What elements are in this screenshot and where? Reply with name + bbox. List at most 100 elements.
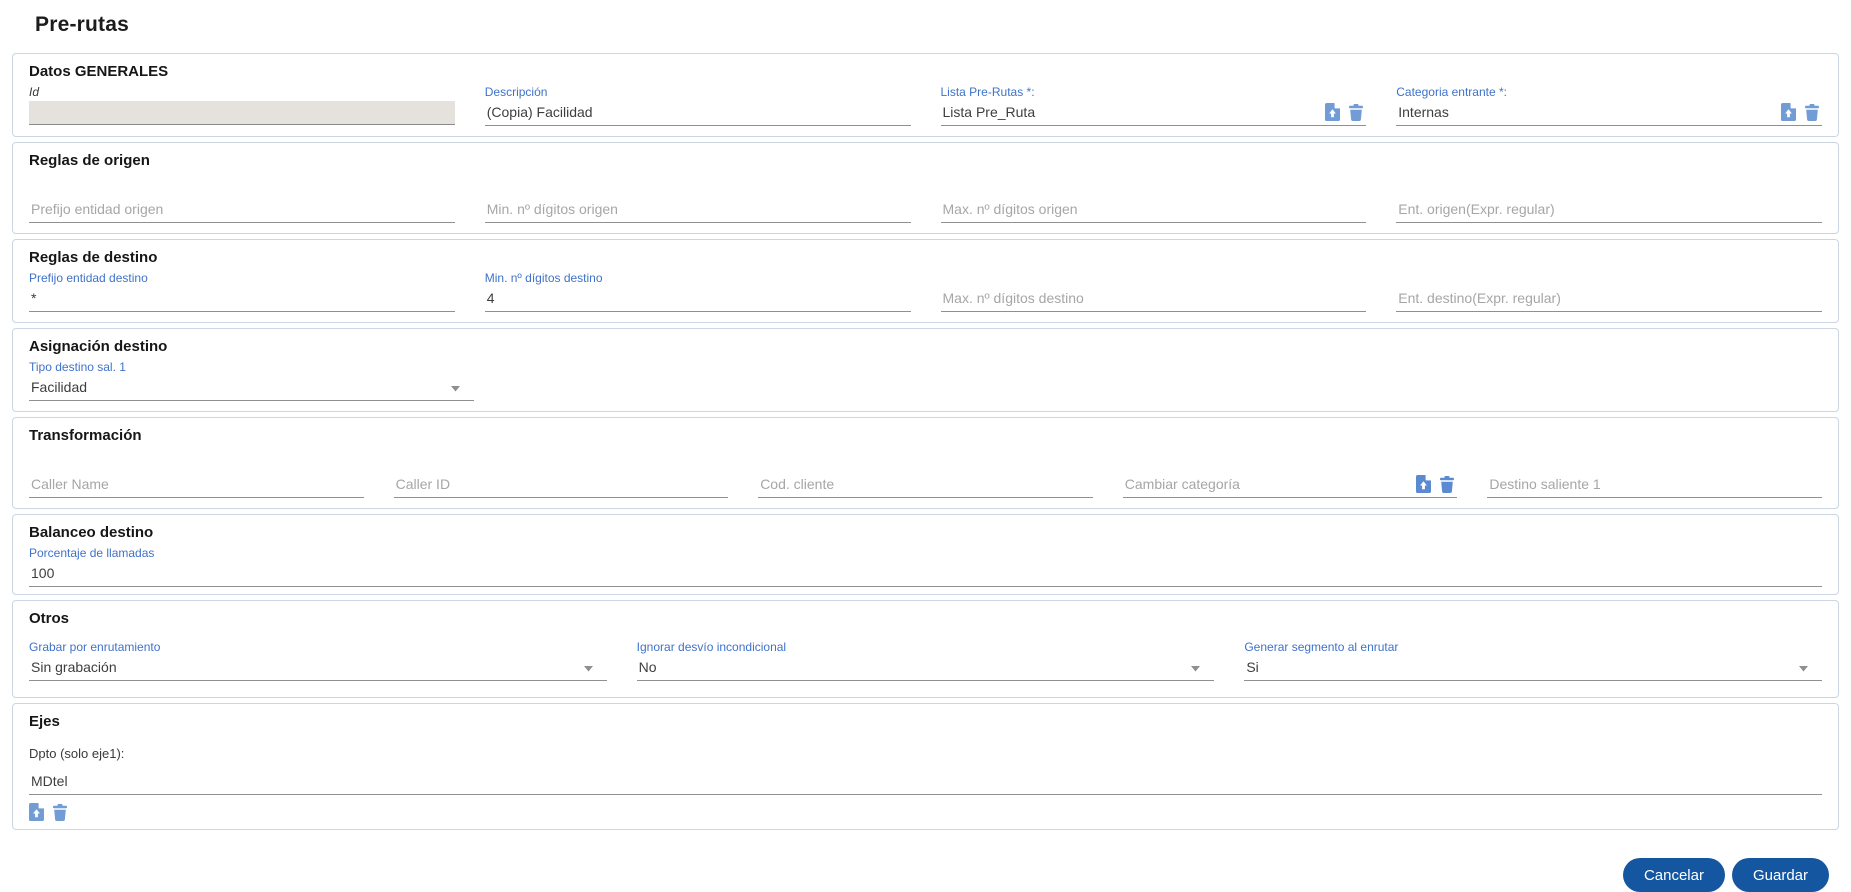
caret-down-icon [451,386,474,400]
cod-cliente-input[interactable] [758,476,1093,497]
ent-destino-field [1396,287,1822,312]
prefijo-origen-input[interactable] [29,201,455,222]
min-digitos-destino-field [484,287,911,312]
caret-down-icon [1191,666,1214,680]
descripcion-field-group: Descripción [484,84,911,126]
ent-origen-field [1396,195,1822,223]
min-digitos-destino-field-group: Min. nº dígitos destino [484,270,911,312]
export-document-icon[interactable] [29,803,44,821]
section-title: Transformación [29,427,142,444]
max-digitos-origen-input[interactable] [940,201,1367,222]
caller-name-field [29,470,364,498]
grabar-select[interactable]: Sin grabación [29,656,607,681]
caret-down-icon [1799,666,1822,680]
grabar-value: Sin grabación [31,659,117,675]
descripcion-field [484,101,911,126]
tipo-destino-field-group: Tipo destino sal. 1 Facilidad [29,359,474,401]
grabar-label: Grabar por enrutamiento [29,640,161,654]
max-digitos-destino-field [940,287,1367,312]
export-document-icon[interactable] [1781,103,1796,121]
cod-cliente-field [758,470,1093,498]
ent-destino-field-group [1396,270,1822,312]
ignorar-desvio-field-group: Ignorar desvío incondicional No [636,639,1215,681]
ignorar-desvio-label: Ignorar desvío incondicional [636,640,787,654]
prefijo-destino-field [29,287,455,312]
lista-pre-rutas-label: Lista Pre-Rutas *: [940,85,1035,99]
section-asignacion-destino: Asignación destino Tipo destino sal. 1 F… [12,328,1839,412]
section-ejes: Ejes Dpto (solo eje1): [12,703,1839,830]
section-reglas-destino: Reglas de destino Prefijo entidad destin… [12,239,1839,323]
caller-id-field [393,470,729,498]
id-field [29,101,455,125]
section-balanceo-destino: Balanceo destino Porcentaje de llamadas [12,514,1839,595]
section-title: Asignación destino [29,338,168,355]
descripcion-input[interactable] [484,104,911,125]
tipo-destino-select[interactable]: Facilidad [29,376,474,401]
caret-down-icon [583,666,607,680]
descripcion-label: Descripción [484,85,548,99]
section-title: Otros [29,610,70,627]
generar-segmento-select[interactable]: Si [1244,656,1823,681]
porcentaje-input[interactable] [29,565,1822,586]
categoria-entrante-input[interactable] [1396,104,1781,125]
ignorar-desvio-value: No [638,659,657,675]
porcentaje-field [29,562,1822,587]
id-input [29,103,455,124]
categoria-entrante-field [1396,101,1822,126]
section-title: Ejes [29,713,60,730]
prefijo-origen-field [29,195,455,223]
cambiar-categoria-field [1122,470,1458,498]
id-label: Id [29,85,40,99]
prefijo-destino-input[interactable] [29,290,455,311]
lista-pre-rutas-input[interactable] [940,104,1326,125]
categoria-entrante-icons [1781,103,1822,125]
max-digitos-destino-input[interactable] [940,290,1367,311]
cambiar-categoria-icons [1416,475,1457,497]
prefijo-destino-label: Prefijo entidad destino [29,271,148,285]
section-otros: Otros Grabar por enrutamiento Sin grabac… [12,600,1839,698]
generar-segmento-field-group: Generar segmento al enrutar Si [1244,639,1823,681]
ejes-icons [29,803,1822,821]
section-title: Reglas de origen [29,152,150,169]
tipo-destino-label: Tipo destino sal. 1 [29,360,126,374]
lista-pre-rutas-icons [1325,103,1366,125]
min-digitos-destino-input[interactable] [484,290,911,311]
generar-segmento-label: Generar segmento al enrutar [1244,640,1399,654]
min-digitos-origen-input[interactable] [484,201,911,222]
form-cards: Datos GENERALES Id Descripción Lista Pre… [12,53,1839,830]
id-field-group: Id [29,84,455,126]
section-title: Datos GENERALES [29,63,169,80]
dpto-label: Dpto (solo eje1): [29,746,125,761]
section-transformacion: Transformación [12,417,1839,509]
save-button[interactable]: Guardar [1731,858,1829,892]
export-document-icon[interactable] [1416,475,1432,493]
caller-id-input[interactable] [393,476,729,497]
destino-saliente-input[interactable] [1487,476,1822,497]
cambiar-categoria-input[interactable] [1122,476,1417,497]
ent-origen-input[interactable] [1396,201,1822,222]
ignorar-desvio-select[interactable]: No [636,656,1215,681]
caller-name-input[interactable] [29,476,364,497]
export-document-icon[interactable] [1325,103,1341,121]
porcentaje-field-group: Porcentaje de llamadas [29,545,1822,587]
section-title: Balanceo destino [29,524,154,541]
trash-icon[interactable] [1440,476,1455,493]
form-actions: Cancelar Guardar [0,858,1829,892]
page-title: Pre-rutas [35,13,130,36]
max-digitos-destino-field-group [940,270,1367,312]
ent-destino-input[interactable] [1396,290,1822,311]
categoria-entrante-label: Categoria entrante *: [1396,85,1507,99]
min-digitos-destino-label: Min. nº dígitos destino [484,271,603,285]
lista-pre-rutas-field-group: Lista Pre-Rutas *: [940,84,1367,126]
tipo-destino-value: Facilidad [31,379,88,395]
section-title: Reglas de destino [29,249,158,266]
dpto-input[interactable] [29,773,1822,794]
trash-icon[interactable] [53,804,67,821]
trash-icon[interactable] [1805,104,1819,121]
categoria-entrante-field-group: Categoria entrante *: [1396,84,1822,126]
prefijo-destino-field-group: Prefijo entidad destino [29,270,455,312]
cancel-button[interactable]: Cancelar [1622,858,1725,892]
dpto-field [29,770,1822,795]
min-digitos-origen-field [484,195,911,223]
trash-icon[interactable] [1349,104,1364,121]
